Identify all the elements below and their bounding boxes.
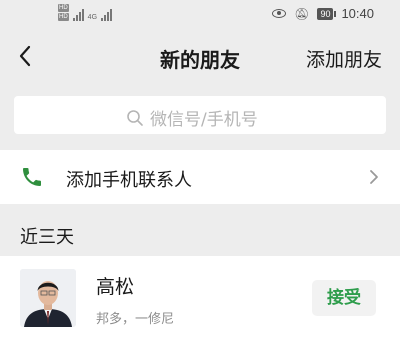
status-time: 10:40	[341, 6, 374, 21]
avatar	[20, 269, 76, 327]
status-bar: HD HD 4G 🔕︎ 90 10:40	[0, 0, 400, 28]
accept-button[interactable]: 接受	[312, 280, 376, 316]
search-placeholder-group: 微信号/手机号	[126, 105, 258, 130]
nav-bar: 新的朋友 添加朋友	[0, 36, 400, 80]
add-phone-contacts-label: 添加手机联系人	[66, 170, 192, 191]
signal-icon	[72, 9, 84, 21]
hd-icons: HD HD	[58, 4, 69, 21]
eye-icon	[272, 9, 287, 18]
bell-off-icon: 🔕︎	[294, 6, 310, 21]
signal-icon	[101, 9, 113, 21]
add-friend-button[interactable]: 添加朋友	[306, 45, 382, 72]
phone-icon	[23, 168, 41, 186]
contact-name: 高松	[96, 276, 135, 298]
status-left: HD HD 4G	[58, 4, 113, 21]
section-title: 近三天	[20, 227, 74, 248]
search-placeholder: 微信号/手机号	[150, 110, 258, 130]
list-item[interactable]: 高松 邦多，一修尼 接受	[0, 256, 400, 345]
search-input[interactable]: 微信号/手机号	[14, 96, 386, 134]
contact-message: 邦多，一修尼	[96, 312, 175, 327]
add-phone-contacts-row[interactable]: 添加手机联系人	[0, 150, 400, 204]
battery-icon: 90	[317, 7, 337, 20]
search-icon	[127, 109, 143, 126]
hd-badge: HD	[58, 13, 69, 21]
hd-badge: HD	[58, 4, 69, 12]
chevron-right-icon	[370, 170, 378, 184]
network-label: 4G	[87, 14, 98, 21]
status-right: 🔕︎ 90 10:40	[272, 6, 374, 21]
